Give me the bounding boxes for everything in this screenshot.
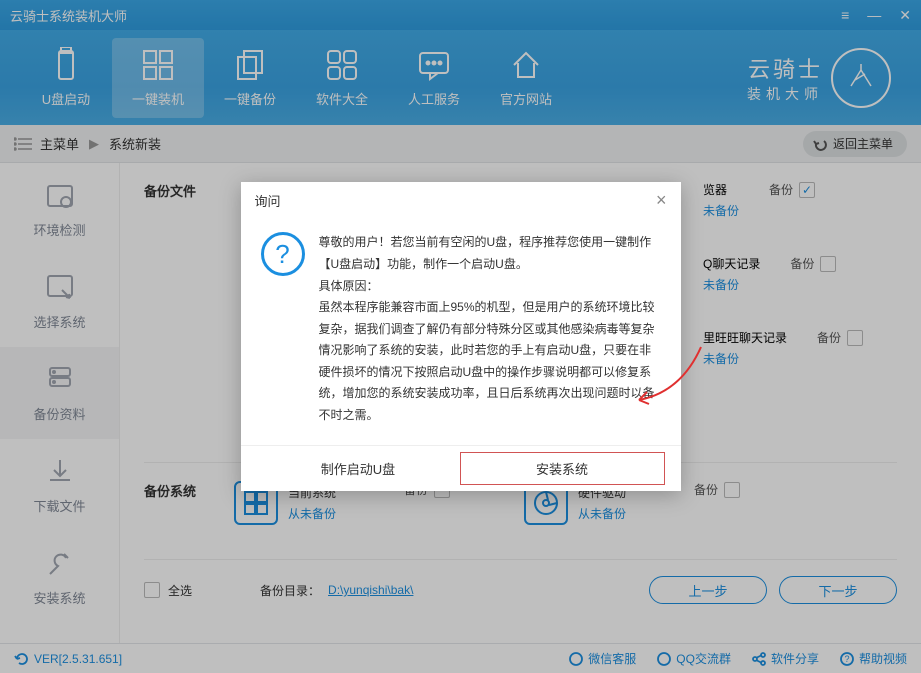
confirm-dialog: 询问 × ? 尊敬的用户！若您当前有空闲的U盘，程序推荐您使用一键制作【U盘启动… (241, 182, 681, 490)
install-system-button[interactable]: 安装系统 (460, 452, 665, 485)
modal-body: ? 尊敬的用户！若您当前有空闲的U盘，程序推荐您使用一键制作【U盘启动】功能，制… (241, 220, 681, 444)
question-icon: ? (261, 232, 305, 276)
modal-footer: 制作启动U盘 安装系统 (241, 445, 681, 491)
modal-text: 具体原因： (319, 276, 661, 298)
close-icon[interactable]: × (656, 190, 667, 211)
modal-overlay: 询问 × ? 尊敬的用户！若您当前有空闲的U盘，程序推荐您使用一键制作【U盘启动… (0, 0, 921, 673)
modal-header: 询问 × (241, 182, 681, 220)
make-usb-button[interactable]: 制作启动U盘 (257, 452, 460, 485)
modal-title: 询问 (255, 191, 281, 210)
modal-text: 尊敬的用户！若您当前有空闲的U盘，程序推荐您使用一键制作【U盘启动】功能，制作一… (319, 232, 661, 275)
modal-text: 虽然本程序能兼容市面上95%的机型，但是用户的系统环境比较复杂，据我们调查了解仍… (319, 297, 661, 427)
